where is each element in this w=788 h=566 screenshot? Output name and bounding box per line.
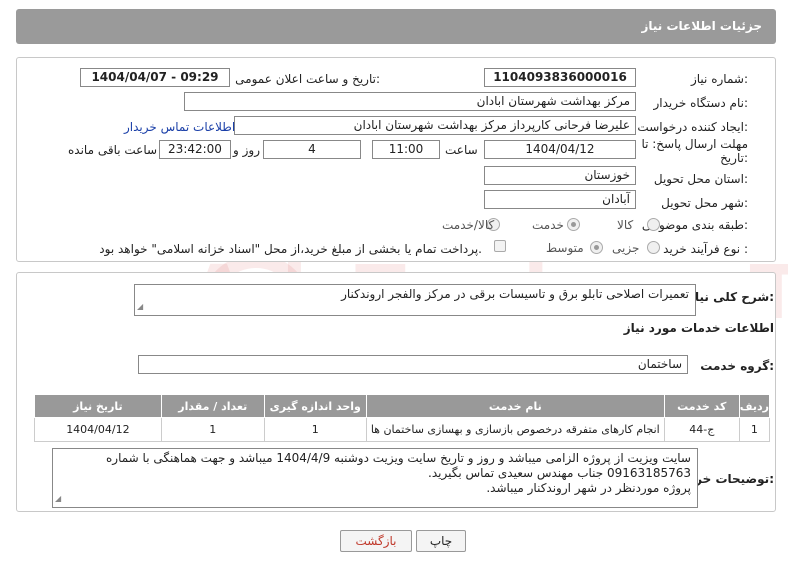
announce-label: تاریخ و ساعت اعلان عمومی: — [235, 72, 380, 86]
print-button[interactable]: چاپ — [416, 530, 466, 552]
buyer-notes-line-1: سایت ویزیت از پروژه الزامی میباشد و روز … — [106, 451, 691, 465]
cell-qty: 1 — [160, 417, 265, 442]
deadline-time-label: ساعت — [445, 143, 478, 157]
payment-note: پرداخت تمام یا بخشی از مبلغ خرید،از محل … — [99, 242, 482, 256]
category-radio-goods[interactable] — [647, 218, 660, 231]
col-code: کد خدمت — [663, 394, 740, 418]
col-row: ردیف — [738, 394, 771, 418]
deadline-time-field[interactable]: 11:00 — [372, 140, 440, 159]
summary-field[interactable]: تعمیرات اصلاحی تابلو برق و تاسیسات برقی … — [134, 284, 696, 316]
category-option-goods: کالا — [617, 218, 634, 232]
summary-text: تعمیرات اصلاحی تابلو برق و تاسیسات برقی … — [341, 287, 689, 301]
col-date: تاریخ نیاز — [34, 394, 162, 418]
resize-handle-icon[interactable]: ◢ — [55, 491, 61, 506]
col-name: نام خدمت — [365, 394, 665, 418]
process-radio-minor[interactable] — [647, 241, 660, 254]
services-table: ردیف کد خدمت نام خدمت واحد اندازه گیری ت… — [34, 394, 771, 442]
cell-row: 1 — [738, 417, 771, 442]
creator-label: ایجاد کننده درخواست: — [637, 120, 748, 134]
remaining-time-field[interactable]: 23:42:00 — [159, 140, 231, 159]
province-field[interactable]: خوزستان — [484, 166, 636, 185]
category-option-service: خدمت — [532, 218, 564, 232]
creator-field[interactable]: علیرضا فرحانی کارپرداز مرکز بهداشت شهرست… — [234, 116, 636, 135]
buyer-notes-field[interactable]: سایت ویزیت از پروژه الزامی میباشد و روز … — [52, 448, 698, 508]
category-option-both: کالا/خدمت — [442, 218, 495, 232]
buyer-org-field[interactable]: مرکز بهداشت شهرستان ابادان — [184, 92, 636, 111]
process-option-minor: جزیی — [612, 241, 640, 255]
col-unit: واحد اندازه گیری — [263, 394, 367, 418]
city-field[interactable]: آبادان — [484, 190, 636, 209]
cell-code: ج-44 — [663, 417, 740, 442]
treasury-checkbox[interactable] — [494, 240, 506, 252]
province-label: استان محل تحویل: — [653, 172, 748, 186]
back-button[interactable]: بازگشت — [340, 530, 412, 552]
page-title: جزئیات اطلاعات نیاز — [641, 19, 762, 33]
city-label: شهر محل تحویل: — [661, 196, 748, 210]
remaining-label: ساعت باقی مانده — [68, 143, 158, 157]
contact-link[interactable]: اطلاعات تماس خریدار — [124, 120, 235, 134]
service-group-label: گروه خدمت: — [700, 359, 774, 373]
process-label: نوع فرآیند خرید : — [663, 242, 748, 256]
table-row: 1 ج-44 انجام کارهای متفرقه درخصوص بازساز… — [34, 417, 771, 442]
col-qty: تعداد / مقدار — [160, 394, 265, 418]
need-number-label: شماره نیاز: — [690, 72, 748, 86]
need-number-field[interactable]: 1104093836000016 — [484, 68, 636, 87]
process-option-medium: متوسط — [546, 241, 584, 255]
header-bar: جزئیات اطلاعات نیاز — [16, 9, 776, 44]
days-label: روز و — [233, 143, 260, 157]
resize-handle-icon[interactable]: ◢ — [137, 299, 143, 314]
cell-name: انجام کارهای متفرقه درخصوص بازسازی و بهس… — [365, 417, 665, 442]
table-header-row: ردیف کد خدمت نام خدمت واحد اندازه گیری ت… — [34, 394, 771, 418]
deadline-label: مهلت ارسال پاسخ: تا تاریخ: — [641, 137, 748, 165]
buyer-notes-line-3: پروژه موردنظر در شهر اروندکنار میباشد. — [486, 481, 691, 495]
deadline-date-field[interactable]: 1404/04/12 — [484, 140, 636, 159]
buyer-notes-line-2: 09163185763 جناب مهندس سعیدی تماس بگیرید… — [428, 466, 691, 480]
process-radio-medium[interactable] — [590, 241, 603, 254]
days-field[interactable]: 4 — [263, 140, 361, 159]
category-radio-service[interactable] — [567, 218, 580, 231]
buyer-org-label: نام دستگاه خریدار: — [653, 96, 749, 110]
announce-field[interactable]: 1404/04/07 - 09:29 — [80, 68, 230, 87]
summary-label: شرح کلی نیاز: — [688, 290, 774, 304]
service-group-field[interactable]: ساختمان — [138, 355, 688, 374]
cell-date: 1404/04/12 — [34, 417, 162, 442]
cell-unit: 1 — [263, 417, 367, 442]
services-section-title: اطلاعات خدمات مورد نیاز — [623, 321, 774, 335]
